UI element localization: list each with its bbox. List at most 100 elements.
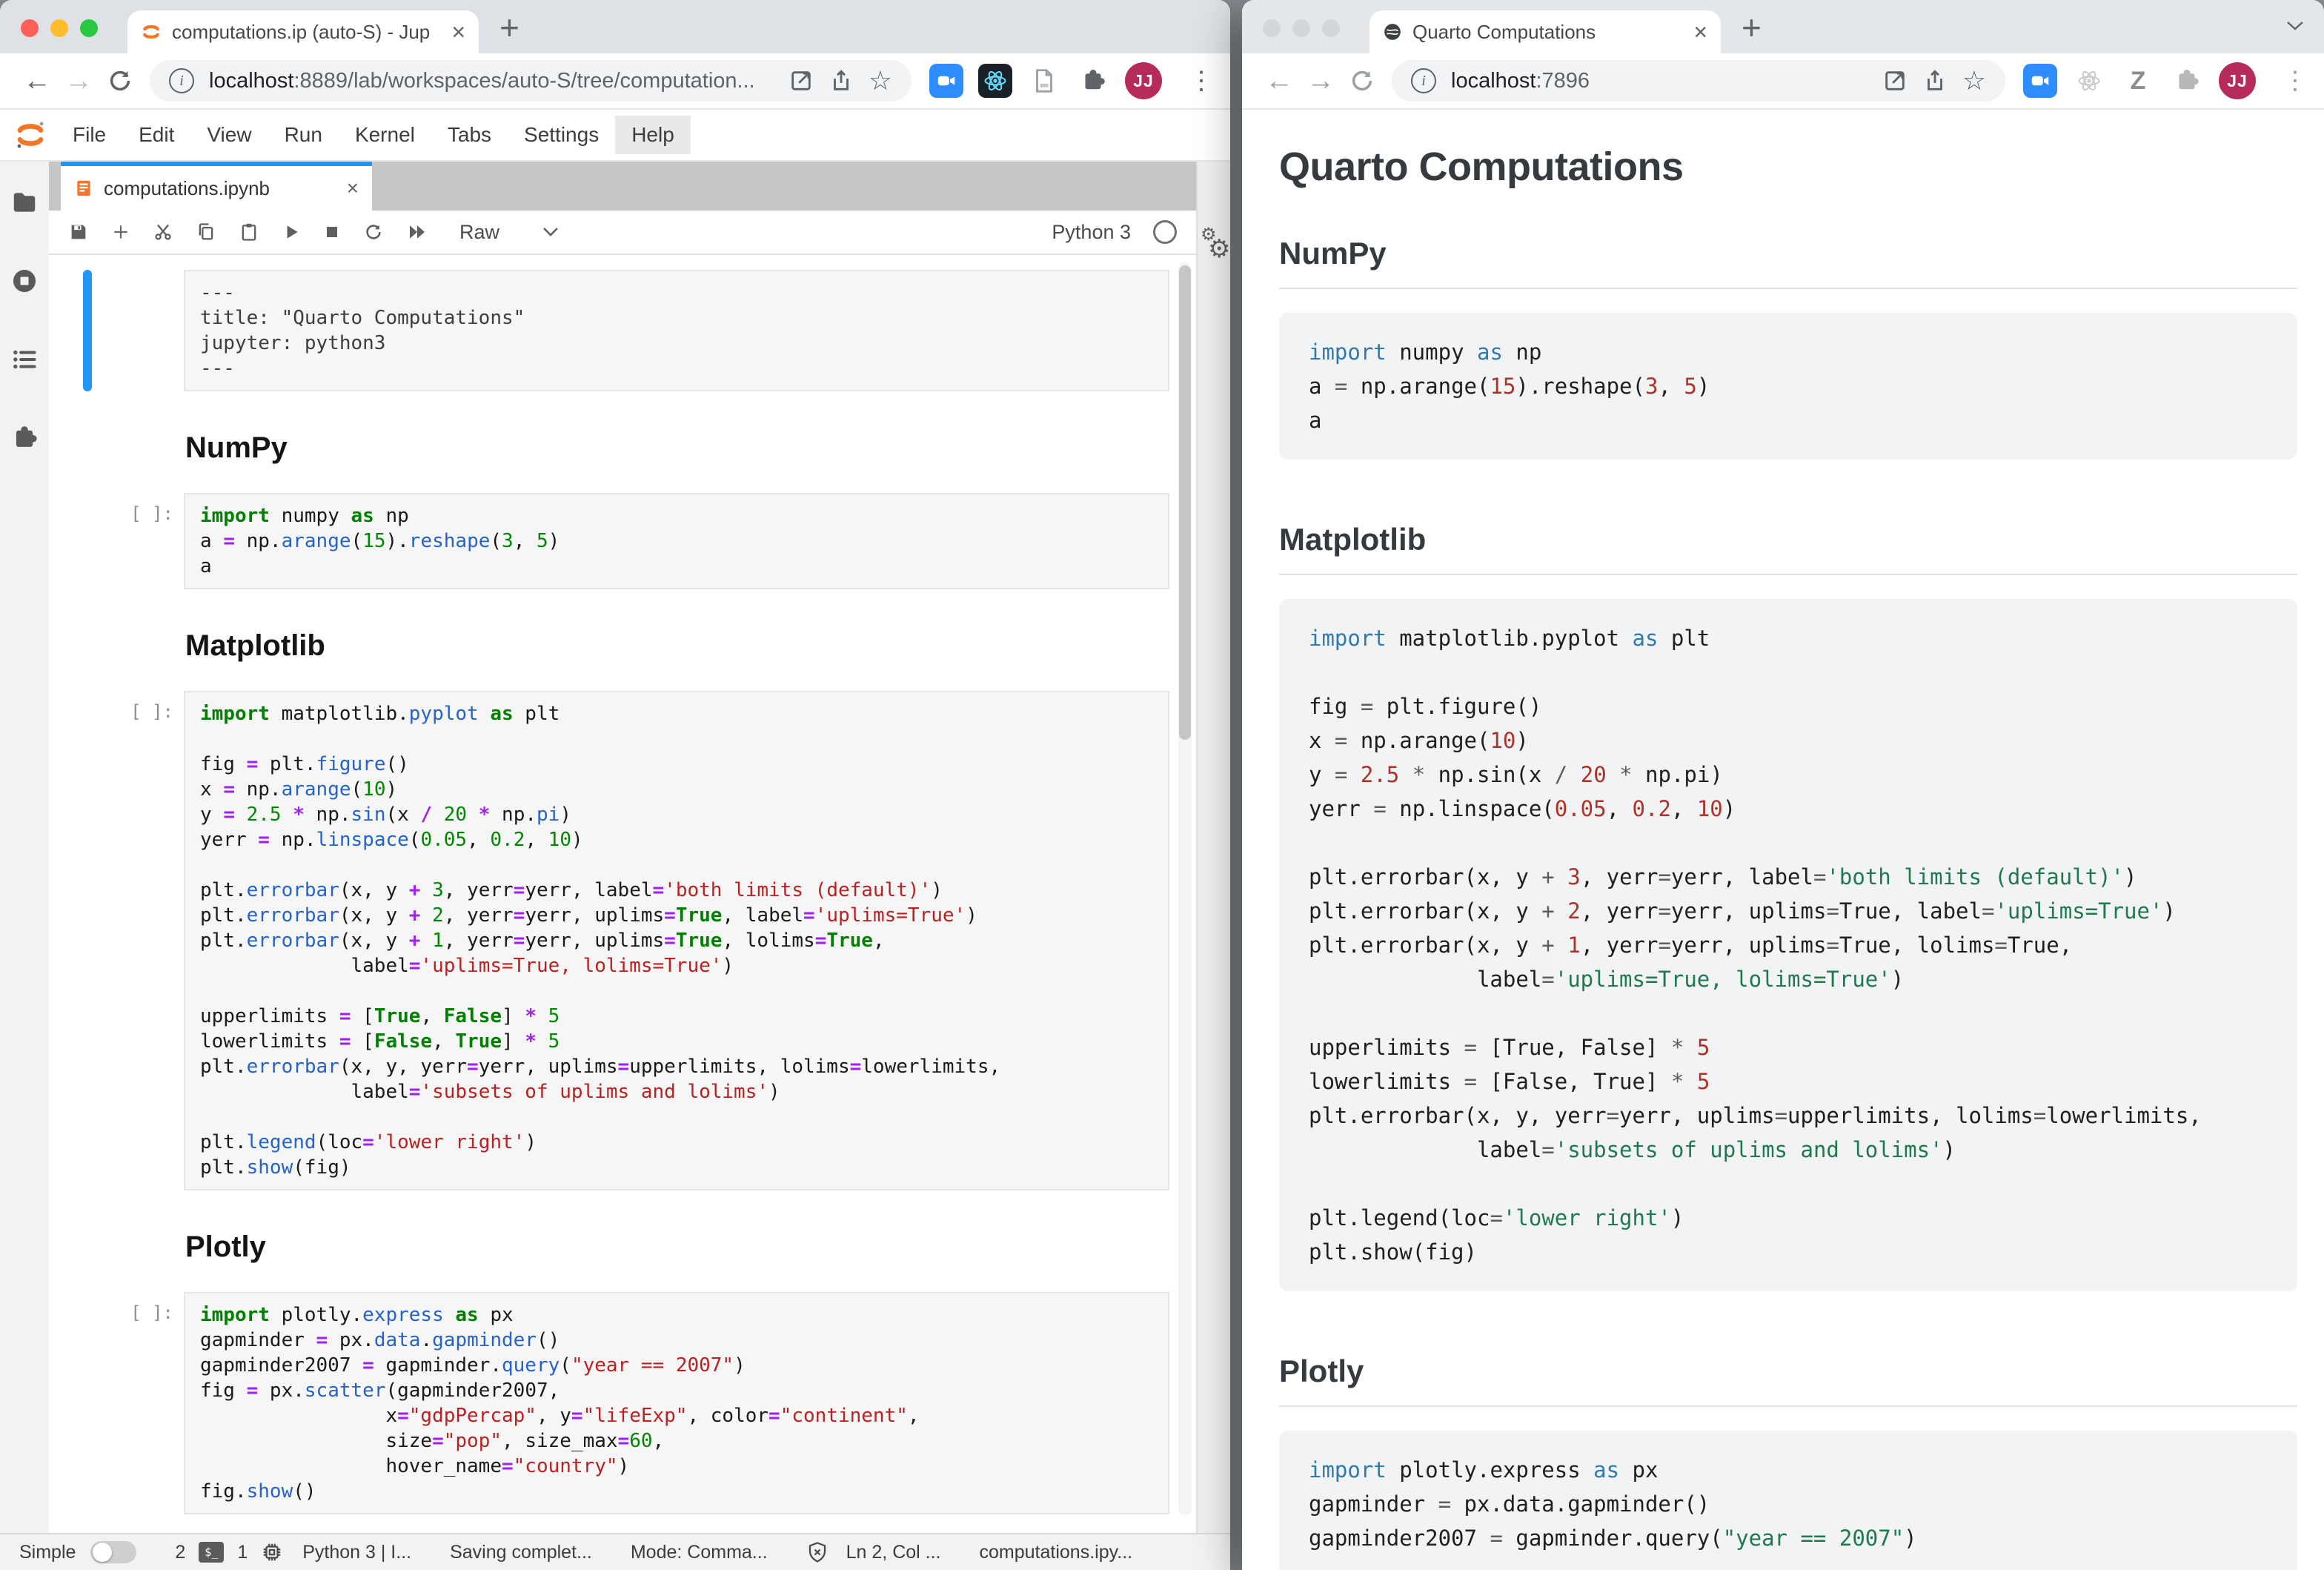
new-tab-button[interactable]: +	[1742, 7, 1762, 47]
command-mode-indicator[interactable]: Mode: Comma...	[631, 1542, 768, 1563]
z-extension-icon[interactable]: Z	[2121, 64, 2155, 98]
running-sessions-icon[interactable]	[10, 267, 39, 295]
notebook-file-icon	[74, 179, 93, 198]
document-extension-icon[interactable]	[1027, 64, 1061, 98]
numpy-code-block: import numpy as npa = np.arange(15).resh…	[1279, 313, 2297, 460]
plotly-cell-editor[interactable]: import plotly.express as pxgapminder = p…	[184, 1292, 1169, 1514]
table-of-contents-icon[interactable]	[10, 345, 39, 374]
react-devtools-extension-icon[interactable]	[2072, 64, 2106, 98]
react-devtools-extension-icon[interactable]	[978, 64, 1012, 98]
section-heading-matplotlib: Matplotlib	[1279, 522, 2297, 575]
matplotlib-cell-editor[interactable]: import matplotlib.pyplot as plt fig = pl…	[184, 691, 1169, 1190]
copy-cells-button[interactable]	[196, 222, 216, 242]
close-tab-icon[interactable]: ×	[1693, 20, 1707, 44]
browser-menu-kebab-icon[interactable]: ⋮	[1189, 66, 1214, 96]
notebook-scrollbar-thumb[interactable]	[1179, 265, 1191, 740]
menu-run[interactable]: Run	[268, 116, 339, 154]
extensions-puzzle-icon[interactable]	[2170, 64, 2204, 98]
fullscreen-window-button[interactable]	[80, 19, 98, 37]
forward-button[interactable]: →	[58, 67, 99, 95]
address-bar[interactable]: i localhost:8889/lab/workspaces/auto-S/t…	[150, 60, 912, 102]
raw-cell[interactable]: ---title: "Quarto Computations"jupyter: …	[49, 270, 1196, 391]
browser-toolbar: ← → i localhost:7896 ☆ Z	[1242, 53, 2324, 110]
chevron-down-icon[interactable]	[542, 227, 559, 237]
tab-overflow-chevron-icon[interactable]	[2285, 19, 2305, 33]
code-cell-numpy[interactable]: [ ]: import numpy as npa = np.arange(15)…	[49, 493, 1196, 589]
numpy-cell-editor[interactable]: import numpy as npa = np.arange(15).resh…	[184, 493, 1169, 589]
restart-and-run-all-button[interactable]	[406, 221, 428, 243]
bookmark-star-icon[interactable]: ☆	[1962, 67, 1986, 94]
code-cell-plotly[interactable]: [ ]: import plotly.express as pxgapminde…	[49, 1292, 1196, 1514]
site-info-icon[interactable]: i	[1411, 68, 1436, 93]
kernel-name[interactable]: Python 3	[1052, 221, 1131, 244]
interrupt-kernel-button[interactable]	[323, 223, 341, 241]
file-browser-icon[interactable]	[10, 188, 39, 216]
extension-manager-puzzle-icon[interactable]	[10, 424, 39, 452]
forward-button[interactable]: →	[1300, 67, 1341, 95]
close-notebook-tab-icon[interactable]: ×	[347, 178, 359, 199]
close-window-button[interactable]	[21, 19, 39, 37]
bookmark-star-icon[interactable]: ☆	[869, 67, 892, 94]
zoom-extension-icon[interactable]	[929, 64, 963, 98]
menu-edit[interactable]: Edit	[122, 116, 190, 154]
menu-tabs[interactable]: Tabs	[431, 116, 508, 154]
back-button[interactable]: ←	[1258, 67, 1300, 95]
close-tab-icon[interactable]: ×	[451, 20, 465, 44]
cut-cells-button[interactable]	[153, 222, 173, 242]
statusbar-filename: computations.ipy...	[980, 1542, 1133, 1563]
zoom-extension-icon[interactable]	[2023, 64, 2057, 98]
markdown-heading-matplotlib: Matplotlib	[185, 629, 1196, 663]
raw-cell-editor[interactable]: ---title: "Quarto Computations"jupyter: …	[184, 270, 1169, 391]
browser-menu-kebab-icon[interactable]: ⋮	[2282, 66, 2308, 96]
browser-tab-quarto[interactable]: Quarto Computations ×	[1370, 10, 1721, 53]
jupyter-favicon-icon	[141, 21, 162, 42]
code-cell-matplotlib[interactable]: [ ]: import matplotlib.pyplot as plt fig…	[49, 691, 1196, 1190]
cursor-position[interactable]: Ln 2, Col ...	[846, 1542, 941, 1563]
address-bar[interactable]: i localhost:7896 ☆	[1392, 60, 2005, 102]
page-title: Quarto Computations	[1279, 144, 2297, 190]
profile-avatar[interactable]: JJ	[1125, 62, 1162, 99]
browser-tabstrip: computations.ip (auto-S) - Jup × +	[0, 0, 1230, 53]
open-in-new-icon[interactable]	[788, 68, 814, 93]
extensions-puzzle-icon[interactable]	[1076, 64, 1110, 98]
site-info-icon[interactable]: i	[169, 68, 194, 93]
minimize-window-button[interactable]	[50, 19, 68, 37]
profile-avatar[interactable]: JJ	[2219, 62, 2256, 99]
back-button[interactable]: ←	[16, 67, 58, 95]
section-heading-numpy: NumPy	[1279, 236, 2297, 289]
simple-mode-toggle[interactable]	[90, 1541, 136, 1563]
menu-view[interactable]: View	[190, 116, 268, 154]
cell-selection-bar	[83, 691, 92, 1190]
share-icon[interactable]	[1922, 68, 1948, 93]
terminal-count[interactable]: 2	[175, 1542, 185, 1563]
open-in-new-icon[interactable]	[1882, 68, 1908, 93]
url-text[interactable]: localhost:8889/lab/workspaces/auto-S/tre…	[209, 69, 774, 93]
kernel-status-icon[interactable]	[1153, 220, 1177, 244]
reload-button[interactable]	[1341, 67, 1383, 95]
url-text[interactable]: localhost:7896	[1451, 69, 1868, 93]
shield-x-icon	[806, 1541, 829, 1563]
new-tab-button[interactable]: +	[499, 7, 519, 47]
cell-type-dropdown[interactable]: Raw	[459, 221, 499, 244]
notebook-tab[interactable]: computations.ipynb ×	[61, 162, 372, 211]
macos-window-controls[interactable]	[1263, 19, 1340, 37]
close-window-button[interactable]	[1263, 19, 1281, 37]
menu-kernel[interactable]: Kernel	[339, 116, 431, 154]
insert-cell-button[interactable]	[111, 222, 130, 242]
run-cell-button[interactable]	[282, 222, 301, 242]
fullscreen-window-button[interactable]	[1322, 19, 1340, 37]
kernel-count[interactable]: 1	[237, 1542, 248, 1563]
share-icon[interactable]	[829, 68, 854, 93]
restart-kernel-button[interactable]	[363, 222, 384, 242]
kernel-status-text[interactable]: Python 3 | I...	[302, 1542, 411, 1563]
macos-window-controls[interactable]	[21, 19, 98, 37]
paste-cells-button[interactable]	[239, 222, 259, 242]
reload-button[interactable]	[99, 67, 141, 95]
browser-tab-jupyter[interactable]: computations.ip (auto-S) - Jup ×	[127, 10, 479, 53]
menu-help[interactable]: Help	[615, 116, 691, 154]
menu-settings[interactable]: Settings	[508, 116, 615, 154]
menu-file[interactable]: File	[56, 116, 122, 154]
jupyter-statusbar: Simple 2 $_ 1 Python 3 | I... Saving com…	[0, 1533, 1230, 1570]
minimize-window-button[interactable]	[1292, 19, 1310, 37]
save-button[interactable]	[68, 222, 89, 242]
